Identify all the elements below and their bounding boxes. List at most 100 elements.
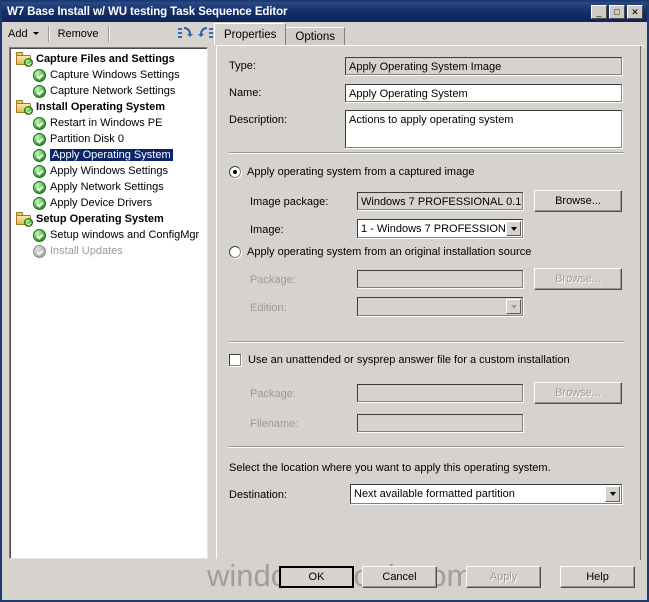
tree-item-install-updates[interactable]: Install Updates xyxy=(10,243,207,259)
folder-icon xyxy=(16,212,33,227)
toolbar-separator xyxy=(107,25,109,42)
tree-item-label: Install Updates xyxy=(50,245,123,257)
tree-item-setup-windows-and-configmgr[interactable]: Setup windows and ConfigMgr xyxy=(10,227,207,243)
tree-item-label: Apply Device Drivers xyxy=(50,197,153,209)
type-label: Type: xyxy=(229,60,256,72)
tree-item-label: Capture Files and Settings xyxy=(36,53,175,65)
edition-dropdown xyxy=(357,297,523,316)
green-check-icon xyxy=(33,244,46,258)
tab-properties[interactable]: Properties xyxy=(214,23,287,45)
help-button[interactable]: Help xyxy=(560,566,635,588)
tree-item-label: Capture Network Settings xyxy=(50,85,176,97)
tab-properties-label: Properties xyxy=(224,28,277,41)
filename-value xyxy=(357,414,523,432)
type-value: Apply Operating System Image xyxy=(345,57,622,75)
tree-item-label: Apply Operating System xyxy=(50,149,173,161)
minimize-icon[interactable]: _ xyxy=(591,5,607,19)
unattended-checkbox[interactable] xyxy=(229,354,241,366)
original-source-radio[interactable] xyxy=(229,246,241,258)
image-package-row: Image package: xyxy=(250,196,328,208)
green-check-icon xyxy=(33,228,46,242)
apply-button: Apply xyxy=(466,566,541,588)
ok-button[interactable]: OK xyxy=(279,566,354,588)
chevron-down-icon[interactable] xyxy=(605,486,620,502)
destination-hint: Select the location where you want to ap… xyxy=(229,462,551,474)
close-icon[interactable]: ✕ xyxy=(627,5,643,19)
destination-hint-row: Select the location where you want to ap… xyxy=(229,462,551,474)
undo-icon[interactable] xyxy=(176,25,194,43)
tree-item-label: Partition Disk 0 xyxy=(50,133,124,145)
tab-strip: Properties Options xyxy=(214,23,647,45)
tree-item-partition-disk-0[interactable]: Partition Disk 0 xyxy=(10,131,207,147)
unattended-checkbox-label: Use an unattended or sysprep answer file… xyxy=(248,354,570,366)
package-value xyxy=(357,270,523,288)
image-package-value: Windows 7 PROFESSIONAL 0.1 xyxy=(357,192,523,210)
remove-button[interactable]: Remove xyxy=(52,24,105,43)
tab-options[interactable]: Options xyxy=(285,27,346,45)
tree-item-apply-operating-system[interactable]: Apply Operating System xyxy=(10,147,207,163)
tree-item-apply-device-drivers[interactable]: Apply Device Drivers xyxy=(10,195,207,211)
destination-label: Destination: xyxy=(229,489,288,501)
divider xyxy=(229,152,624,154)
package-label: Package: xyxy=(250,274,296,286)
description-label: Description: xyxy=(229,114,288,126)
destination-dropdown[interactable]: Next available formatted partition xyxy=(350,484,622,504)
captured-image-radio-label: Apply operating system from a captured i… xyxy=(247,166,475,178)
chevron-down-icon[interactable] xyxy=(506,221,521,236)
divider xyxy=(229,341,624,343)
tree-item-label: Install Operating System xyxy=(36,101,165,113)
divider xyxy=(229,446,624,448)
name-input[interactable]: Apply Operating System xyxy=(345,84,622,102)
description-textarea[interactable]: Actions to apply operating system xyxy=(345,110,622,148)
name-row: Name: xyxy=(229,87,341,99)
tree-item-capture-network-settings[interactable]: Capture Network Settings xyxy=(10,83,207,99)
task-sequence-editor-window: W7 Base Install w/ WU testing Task Seque… xyxy=(0,0,649,602)
captured-image-radio-row[interactable]: Apply operating system from a captured i… xyxy=(229,166,474,178)
image-dropdown-value: 1 - Windows 7 PROFESSION xyxy=(361,222,506,235)
maximize-icon[interactable]: □ xyxy=(609,5,625,19)
redo-icon[interactable] xyxy=(197,25,216,43)
captured-image-radio[interactable] xyxy=(229,166,241,178)
green-check-icon xyxy=(33,164,46,178)
image-package-label: Image package: xyxy=(250,196,329,208)
tree-item-capture-files-and-settings[interactable]: Capture Files and Settings xyxy=(10,51,207,67)
tree-item-label: Capture Windows Settings xyxy=(50,69,180,81)
folder-icon xyxy=(16,100,33,115)
image-dropdown[interactable]: 1 - Windows 7 PROFESSION xyxy=(357,219,523,238)
chevron-down-icon xyxy=(506,299,521,314)
title-bar: W7 Base Install w/ WU testing Task Seque… xyxy=(2,2,647,22)
package-browse-button: Browse... xyxy=(534,268,622,290)
cancel-button[interactable]: Cancel xyxy=(362,566,437,588)
package-row: Package: xyxy=(250,274,296,286)
chevron-down-icon xyxy=(32,32,39,35)
tree-item-restart-in-windows-pe[interactable]: Restart in Windows PE xyxy=(10,115,207,131)
tree-item-apply-network-settings[interactable]: Apply Network Settings xyxy=(10,179,207,195)
tree-item-apply-windows-settings[interactable]: Apply Windows Settings xyxy=(10,163,207,179)
dialog-footer: windows-noob.com OK Cancel Apply Help xyxy=(2,556,647,600)
destination-dropdown-value: Next available formatted partition xyxy=(354,488,515,500)
tree-item-label: Apply Windows Settings xyxy=(50,165,168,177)
tab-options-label: Options xyxy=(295,30,336,43)
image-row: Image: xyxy=(250,224,284,236)
filename-row: Filename: xyxy=(250,418,298,430)
unattended-checkbox-row[interactable]: Use an unattended or sysprep answer file… xyxy=(229,354,570,366)
image-package-browse-button[interactable]: Browse... xyxy=(534,190,622,212)
folder-icon xyxy=(16,52,33,67)
task-sequence-tree[interactable]: Capture Files and Settings Capture Windo… xyxy=(9,47,208,559)
tree-item-label: Setup Operating System xyxy=(36,213,164,225)
green-check-icon xyxy=(33,148,46,162)
tree-item-setup-operating-system[interactable]: Setup Operating System xyxy=(10,211,207,227)
add-button[interactable]: Add xyxy=(2,24,45,43)
window-controls: _ □ ✕ xyxy=(591,5,647,19)
name-label: Name: xyxy=(229,87,262,99)
unattend-package-value xyxy=(357,384,523,402)
unattend-package-label: Package: xyxy=(250,388,296,400)
toolbar-separator xyxy=(47,25,49,42)
original-source-radio-row[interactable]: Apply operating system from an original … xyxy=(229,246,531,258)
tree-item-capture-windows-settings[interactable]: Capture Windows Settings xyxy=(10,67,207,83)
tree-item-label: Restart in Windows PE xyxy=(50,117,163,129)
tree-item-label: Setup windows and ConfigMgr xyxy=(50,229,200,241)
tree-item-install-operating-system[interactable]: Install Operating System xyxy=(10,99,207,115)
green-check-icon xyxy=(33,68,46,82)
unattend-package-browse-button: Browse... xyxy=(534,382,622,404)
